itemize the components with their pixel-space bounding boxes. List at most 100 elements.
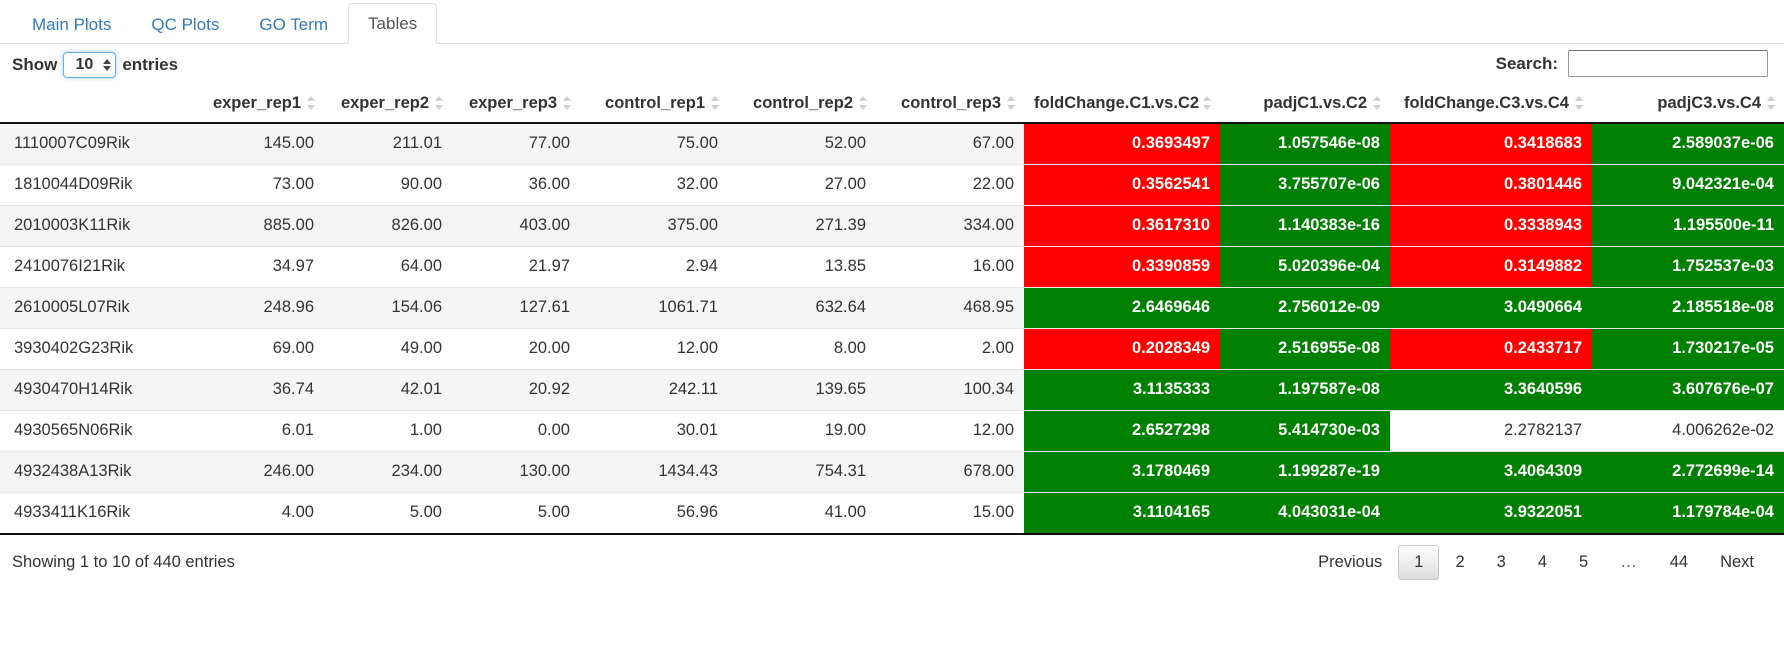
count-cell: 34.97 [196, 246, 324, 288]
table-row[interactable]: 4933411K16Rik 4.00 5.00 5.00 56.96 41.00 15.00… [0, 492, 1784, 535]
count-cell: 12.00 [876, 410, 1024, 452]
show-label: Show [12, 55, 58, 74]
sort-arrows-icon[interactable] [1007, 96, 1016, 110]
table-row[interactable]: 3930402G23Rik 69.00 49.00 20.00 12.00 8.00 2.0… [0, 328, 1784, 370]
search-input[interactable] [1568, 50, 1768, 77]
stat-cell: 2.185518e-08 [1592, 287, 1784, 329]
table-controls: Show 10 entries Search: [0, 44, 1784, 86]
gene-id-cell: 4930470H14Rik [0, 369, 196, 411]
column-header-label: padjC3.vs.C4 [1657, 94, 1761, 112]
count-cell: 1061.71 [580, 287, 728, 329]
count-cell: 246.00 [196, 451, 324, 493]
count-cell: 403.00 [452, 205, 580, 247]
page-length-select[interactable]: 10 [63, 52, 117, 78]
count-cell: 64.00 [324, 246, 452, 288]
page-button-1[interactable]: 1 [1398, 545, 1440, 580]
gene-id-cell: 4930565N06Rik [0, 410, 196, 452]
stat-cell: 0.2433717 [1390, 328, 1592, 370]
stat-cell: 0.3617310 [1024, 205, 1220, 247]
count-cell: 130.00 [452, 451, 580, 493]
sort-arrows-icon[interactable] [435, 96, 444, 110]
page-button-4[interactable]: 4 [1522, 545, 1563, 580]
gene-id-cell: 4932438A13Rik [0, 451, 196, 493]
table-row[interactable]: 2410076I21Rik 34.97 64.00 21.97 2.94 13.85 16.… [0, 246, 1784, 288]
tab-tables[interactable]: Tables [348, 2, 438, 44]
sort-arrows-icon[interactable] [307, 96, 316, 110]
column-header-gene[interactable] [0, 86, 196, 124]
column-header-control_rep3[interactable]: control_rep3 [876, 86, 1024, 124]
sort-arrows-icon[interactable] [1575, 96, 1584, 110]
count-cell: 20.92 [452, 369, 580, 411]
table-row[interactable]: 1110007C09Rik 145.00 211.01 77.00 75.00 52.00… [0, 122, 1784, 165]
count-cell: 75.00 [580, 122, 728, 165]
count-cell: 127.61 [452, 287, 580, 329]
stat-cell: 3.755707e-06 [1220, 164, 1390, 206]
column-header-control_rep1[interactable]: control_rep1 [580, 86, 728, 124]
count-cell: 139.65 [728, 369, 876, 411]
tab-qc-plots[interactable]: QC Plots [131, 4, 239, 44]
column-header-label: control_rep2 [753, 94, 853, 112]
table-footer: Showing 1 to 10 of 440 entries Previous 1… [0, 535, 1784, 597]
count-cell: 242.11 [580, 369, 728, 411]
page-button-ellipsis: … [1620, 553, 1638, 571]
sort-arrows-icon[interactable] [711, 96, 720, 110]
column-header-label: exper_rep3 [468, 94, 557, 112]
gene-id-cell: 2410076I21Rik [0, 246, 196, 288]
table-row[interactable]: 2010003K11Rik 885.00 826.00 403.00 375.00 271… [0, 205, 1784, 247]
count-cell: 41.00 [728, 492, 876, 535]
sort-arrows-icon[interactable] [1203, 96, 1212, 110]
sort-arrows-icon[interactable] [859, 96, 868, 110]
column-header-padjC3-vs-C4[interactable]: padjC3.vs.C4 [1592, 86, 1784, 124]
pagination: Previous 1 2 3 4 5 … 44 Next [1302, 545, 1770, 580]
count-cell: 42.01 [324, 369, 452, 411]
table-row[interactable]: 4930470H14Rik 36.74 42.01 20.92 242.11 139.65… [0, 369, 1784, 411]
page-button-next[interactable]: Next [1704, 545, 1770, 580]
stat-cell: 2.6469646 [1024, 287, 1220, 329]
column-header-foldChange-C1-vs-C2[interactable]: foldChange.C1.vs.C2 [1024, 86, 1220, 124]
stat-cell: 3.607676e-07 [1592, 369, 1784, 411]
column-header-exper_rep3[interactable]: exper_rep3 [452, 86, 580, 124]
count-cell: 15.00 [876, 492, 1024, 535]
table-row[interactable]: 2610005L07Rik 248.96 154.06 127.61 1061.71 63… [0, 287, 1784, 329]
table-row[interactable]: 1810044D09Rik 73.00 90.00 36.00 32.00 27.00 22… [0, 164, 1784, 206]
stat-cell: 1.752537e-03 [1592, 246, 1784, 288]
stat-cell: 1.730217e-05 [1592, 328, 1784, 370]
stat-cell: 3.0490664 [1390, 287, 1592, 329]
stat-cell: 2.516955e-08 [1220, 328, 1390, 370]
page-button-5[interactable]: 5 [1563, 545, 1604, 580]
sort-arrows-icon[interactable] [563, 96, 572, 110]
stat-cell: 0.3418683 [1390, 122, 1592, 165]
stat-cell: 0.3562541 [1024, 164, 1220, 206]
stat-cell: 3.9322051 [1390, 492, 1592, 535]
table-row[interactable]: 4930565N06Rik 6.01 1.00 0.00 30.01 19.00 12.00… [0, 410, 1784, 452]
count-cell: 12.00 [580, 328, 728, 370]
stat-cell: 1.057546e-08 [1220, 122, 1390, 165]
count-cell: 73.00 [196, 164, 324, 206]
page-button-prev[interactable]: Previous [1302, 545, 1398, 580]
stat-cell: 0.2028349 [1024, 328, 1220, 370]
stat-cell: 2.772699e-14 [1592, 451, 1784, 493]
column-header-label: control_rep1 [605, 94, 705, 112]
count-cell: 271.39 [728, 205, 876, 247]
count-cell: 13.85 [728, 246, 876, 288]
spinner-icon[interactable] [103, 59, 112, 71]
page-button-44[interactable]: 44 [1654, 545, 1704, 580]
count-cell: 56.96 [580, 492, 728, 535]
column-header-label: control_rep3 [901, 94, 1001, 112]
column-header-exper_rep1[interactable]: exper_rep1 [196, 86, 324, 124]
page-button-2[interactable]: 2 [1439, 545, 1480, 580]
column-header-foldChange-C3-vs-C4[interactable]: foldChange.C3.vs.C4 [1390, 86, 1592, 124]
stat-cell: 1.199287e-19 [1220, 451, 1390, 493]
column-header-padjC1-vs-C2[interactable]: padjC1.vs.C2 [1220, 86, 1390, 124]
table-row[interactable]: 4932438A13Rik 246.00 234.00 130.00 1434.43 75… [0, 451, 1784, 493]
entries-info: Showing 1 to 10 of 440 entries [12, 553, 235, 571]
column-header-control_rep2[interactable]: control_rep2 [728, 86, 876, 124]
page-button-3[interactable]: 3 [1481, 545, 1522, 580]
stat-cell: 3.1780469 [1024, 451, 1220, 493]
tab-go-term[interactable]: GO Term [239, 4, 348, 44]
stat-cell: 1.197587e-08 [1220, 369, 1390, 411]
tab-main-plots[interactable]: Main Plots [12, 4, 131, 44]
sort-arrows-icon[interactable] [1373, 96, 1382, 110]
column-header-exper_rep2[interactable]: exper_rep2 [324, 86, 452, 124]
sort-arrows-icon[interactable] [1767, 96, 1776, 110]
